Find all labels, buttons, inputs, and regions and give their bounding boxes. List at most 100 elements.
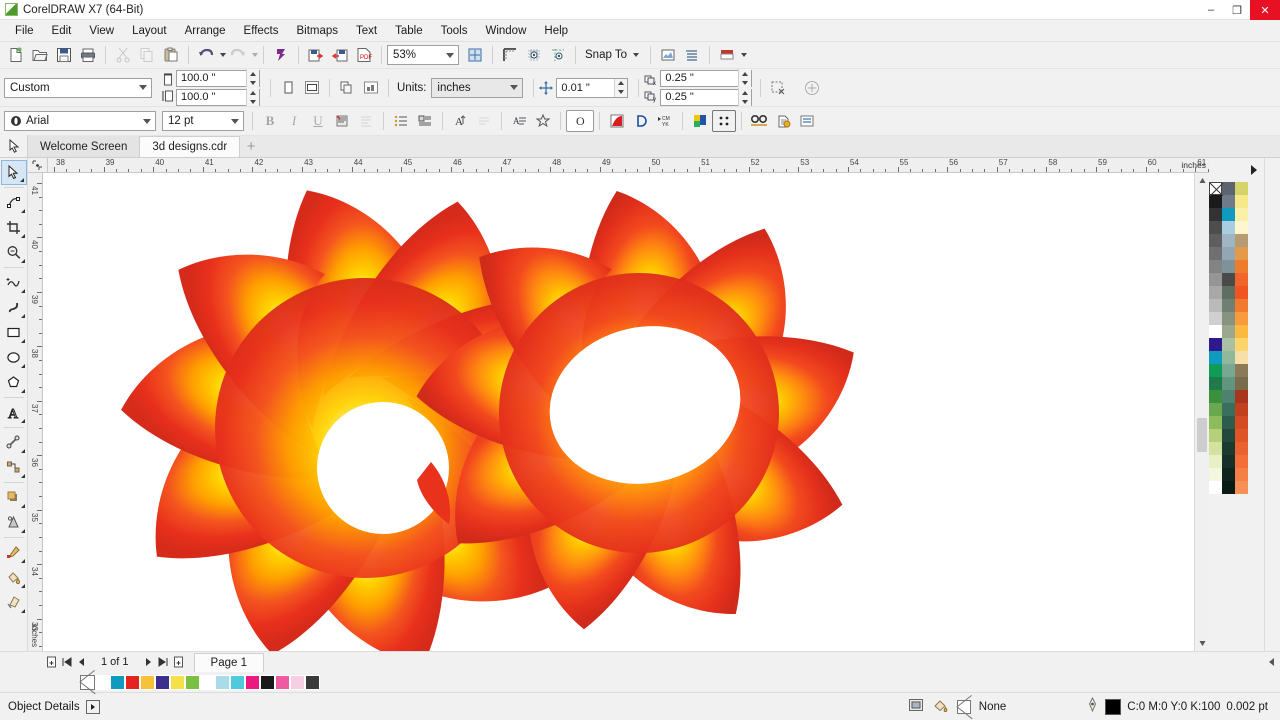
bottom-palette-swatch[interactable] <box>110 674 125 690</box>
palette-none-swatch[interactable] <box>1209 182 1223 196</box>
palette-swatch[interactable] <box>1235 286 1248 299</box>
palette-swatch[interactable] <box>1222 234 1235 247</box>
palette-swatch[interactable] <box>1235 312 1248 325</box>
menu-bitmaps[interactable]: Bitmaps <box>287 23 347 39</box>
palette-swatch[interactable] <box>1235 338 1248 351</box>
page-height-spinner[interactable] <box>246 88 259 106</box>
scroll-down-button[interactable] <box>1195 636 1209 651</box>
bottom-palette-swatch[interactable] <box>245 674 260 690</box>
chevron-down-icon[interactable] <box>505 79 522 97</box>
palette-swatch[interactable] <box>1235 377 1248 390</box>
redo-icon[interactable] <box>226 44 250 66</box>
menu-tools[interactable]: Tools <box>432 23 477 39</box>
palette-swatch[interactable] <box>1209 286 1222 299</box>
bottom-palette-swatches[interactable] <box>95 674 320 690</box>
palette-swatch[interactable] <box>1235 481 1248 494</box>
palette-swatch[interactable] <box>1222 351 1235 364</box>
zoom-to-fit-icon[interactable] <box>463 44 487 66</box>
next-page-button[interactable] <box>141 654 156 671</box>
object-details-expand-icon[interactable] <box>85 699 100 714</box>
palette-swatch[interactable] <box>1209 442 1222 455</box>
palette-swatch[interactable] <box>1222 429 1235 442</box>
bottom-palette-swatch[interactable] <box>290 674 305 690</box>
palette-swatch[interactable] <box>1209 416 1222 429</box>
palette-swatch[interactable] <box>1209 364 1222 377</box>
horizontal-ruler-track[interactable]: inches 38 39 40 41 42 43 44 45 46 47 48 49 50 51 52 53 5… <box>48 158 1209 172</box>
bottom-palette-swatch[interactable] <box>125 674 140 690</box>
maximize-button[interactable]: ❐ <box>1224 0 1250 20</box>
help-hints-icon[interactable] <box>771 110 795 132</box>
chevron-down-icon[interactable] <box>138 112 155 130</box>
no-color-swatch[interactable] <box>80 674 95 690</box>
palette-swatch[interactable] <box>1222 273 1235 286</box>
canvas-horizontal-scroll[interactable] <box>1267 657 1280 667</box>
palette-swatch[interactable] <box>1209 299 1222 312</box>
drop-shadow-tool[interactable] <box>1 485 27 510</box>
bottom-palette-swatch[interactable] <box>215 674 230 690</box>
quick-customize-icon[interactable] <box>795 110 819 132</box>
duplicate-y-field[interactable]: 0.25 " <box>660 88 753 106</box>
palette-swatch[interactable] <box>1209 338 1222 351</box>
add-object-icon[interactable] <box>800 77 824 99</box>
insert-character-icon[interactable] <box>531 110 555 132</box>
chevron-down-icon[interactable] <box>226 112 243 130</box>
palette-swatch[interactable] <box>1209 208 1222 221</box>
application-launcher-icon[interactable] <box>715 44 739 66</box>
palette-swatch[interactable] <box>1222 481 1235 494</box>
fill-color-icon[interactable] <box>932 698 949 716</box>
show-rulers-icon[interactable] <box>498 44 522 66</box>
launcher-dropdown-icon[interactable] <box>741 53 747 57</box>
doc-tab-welcome-screen[interactable]: Welcome Screen <box>28 136 141 157</box>
palette-swatch[interactable] <box>1209 481 1222 494</box>
export-icon[interactable] <box>328 44 352 66</box>
object-manager-docker-icon[interactable] <box>712 110 736 132</box>
palette-swatch[interactable] <box>1222 208 1235 221</box>
find-replace-icon[interactable] <box>747 110 771 132</box>
bottom-palette-swatch[interactable] <box>140 674 155 690</box>
bottom-palette-swatch[interactable] <box>170 674 185 690</box>
palette-swatch[interactable] <box>1235 273 1248 286</box>
menu-layout[interactable]: Layout <box>123 23 176 39</box>
font-family-combo[interactable]: Arial <box>4 111 156 131</box>
palette-swatch[interactable] <box>1235 390 1248 403</box>
palette-swatch[interactable] <box>1235 325 1248 338</box>
save-document-icon[interactable] <box>52 44 76 66</box>
import-icon[interactable] <box>304 44 328 66</box>
palette-swatch[interactable] <box>1222 442 1235 455</box>
palette-swatch[interactable] <box>1235 234 1248 247</box>
palette-swatch[interactable] <box>1222 468 1235 481</box>
palette-swatch[interactable] <box>1209 260 1222 273</box>
palette-swatch[interactable] <box>1222 286 1235 299</box>
palette-swatch[interactable] <box>1222 221 1235 234</box>
palette-swatch[interactable] <box>1235 208 1248 221</box>
all-pages-icon[interactable] <box>335 77 359 99</box>
menu-window[interactable]: Window <box>476 23 535 39</box>
nudge-offset-field[interactable]: 0.01 " <box>556 77 629 98</box>
vertical-scroll-thumb[interactable] <box>1197 418 1207 452</box>
menu-file[interactable]: File <box>6 23 43 39</box>
palette-swatch[interactable] <box>1222 260 1235 273</box>
treat-as-filled-icon[interactable] <box>766 77 790 99</box>
bottom-palette-swatch[interactable] <box>185 674 200 690</box>
pick-tool-tab-icon[interactable] <box>0 135 28 157</box>
paragraph-icon[interactable] <box>354 110 378 132</box>
menu-view[interactable]: View <box>80 23 123 39</box>
page-width-spinner[interactable] <box>246 69 259 87</box>
connector-tool[interactable] <box>1 455 27 480</box>
palette-swatch[interactable] <box>1222 416 1235 429</box>
palette-swatch[interactable] <box>1222 364 1235 377</box>
freehand-tool[interactable] <box>1 270 27 295</box>
palette-swatch[interactable] <box>1209 234 1222 247</box>
palette-swatch[interactable] <box>1235 299 1248 312</box>
text-wrap-icon[interactable] <box>472 110 496 132</box>
page-width-field[interactable]: 100.0 " <box>176 69 260 87</box>
bottom-palette-swatch[interactable] <box>260 674 275 690</box>
italic-button[interactable]: I <box>282 110 306 132</box>
object-properties-icon[interactable] <box>688 110 712 132</box>
object-styles-icon[interactable] <box>629 110 653 132</box>
bottom-color-palette[interactable] <box>0 672 1280 692</box>
palette-swatch[interactable] <box>1209 455 1222 468</box>
drop-cap-icon[interactable] <box>413 110 437 132</box>
bottom-palette-swatch[interactable] <box>305 674 320 690</box>
palette-swatch[interactable] <box>1209 390 1222 403</box>
